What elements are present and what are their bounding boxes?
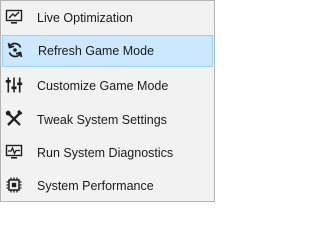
sliders-icon xyxy=(5,76,23,94)
menu-item-label: Refresh Game Mode xyxy=(38,44,155,58)
menu-item-label: Live Optimization xyxy=(37,11,133,25)
menu-item-label: Customize Game Mode xyxy=(37,79,169,93)
menu-item-system-performance[interactable]: System Performance xyxy=(2,169,213,201)
tools-icon xyxy=(5,110,23,128)
menu-item-tweak-system-settings[interactable]: Tweak System Settings xyxy=(2,103,213,135)
live-optimization-icon xyxy=(5,8,23,26)
menu-item-run-system-diagnostics[interactable]: Run System Diagnostics xyxy=(2,136,213,168)
menu-item-label: System Performance xyxy=(37,179,154,193)
refresh-icon xyxy=(6,41,24,59)
menu-item-label: Tweak System Settings xyxy=(37,113,167,127)
menu-item-refresh-game-mode[interactable]: Refresh Game Mode xyxy=(2,35,213,67)
context-menu: Live Optimization Refresh Game Mode Cust… xyxy=(0,0,215,202)
chip-icon xyxy=(5,176,23,194)
menu-item-live-optimization[interactable]: Live Optimization xyxy=(2,2,213,34)
menu-item-label: Run System Diagnostics xyxy=(37,146,174,160)
menu-item-customize-game-mode[interactable]: Customize Game Mode xyxy=(2,69,213,101)
diagnostics-monitor-icon xyxy=(5,143,23,161)
